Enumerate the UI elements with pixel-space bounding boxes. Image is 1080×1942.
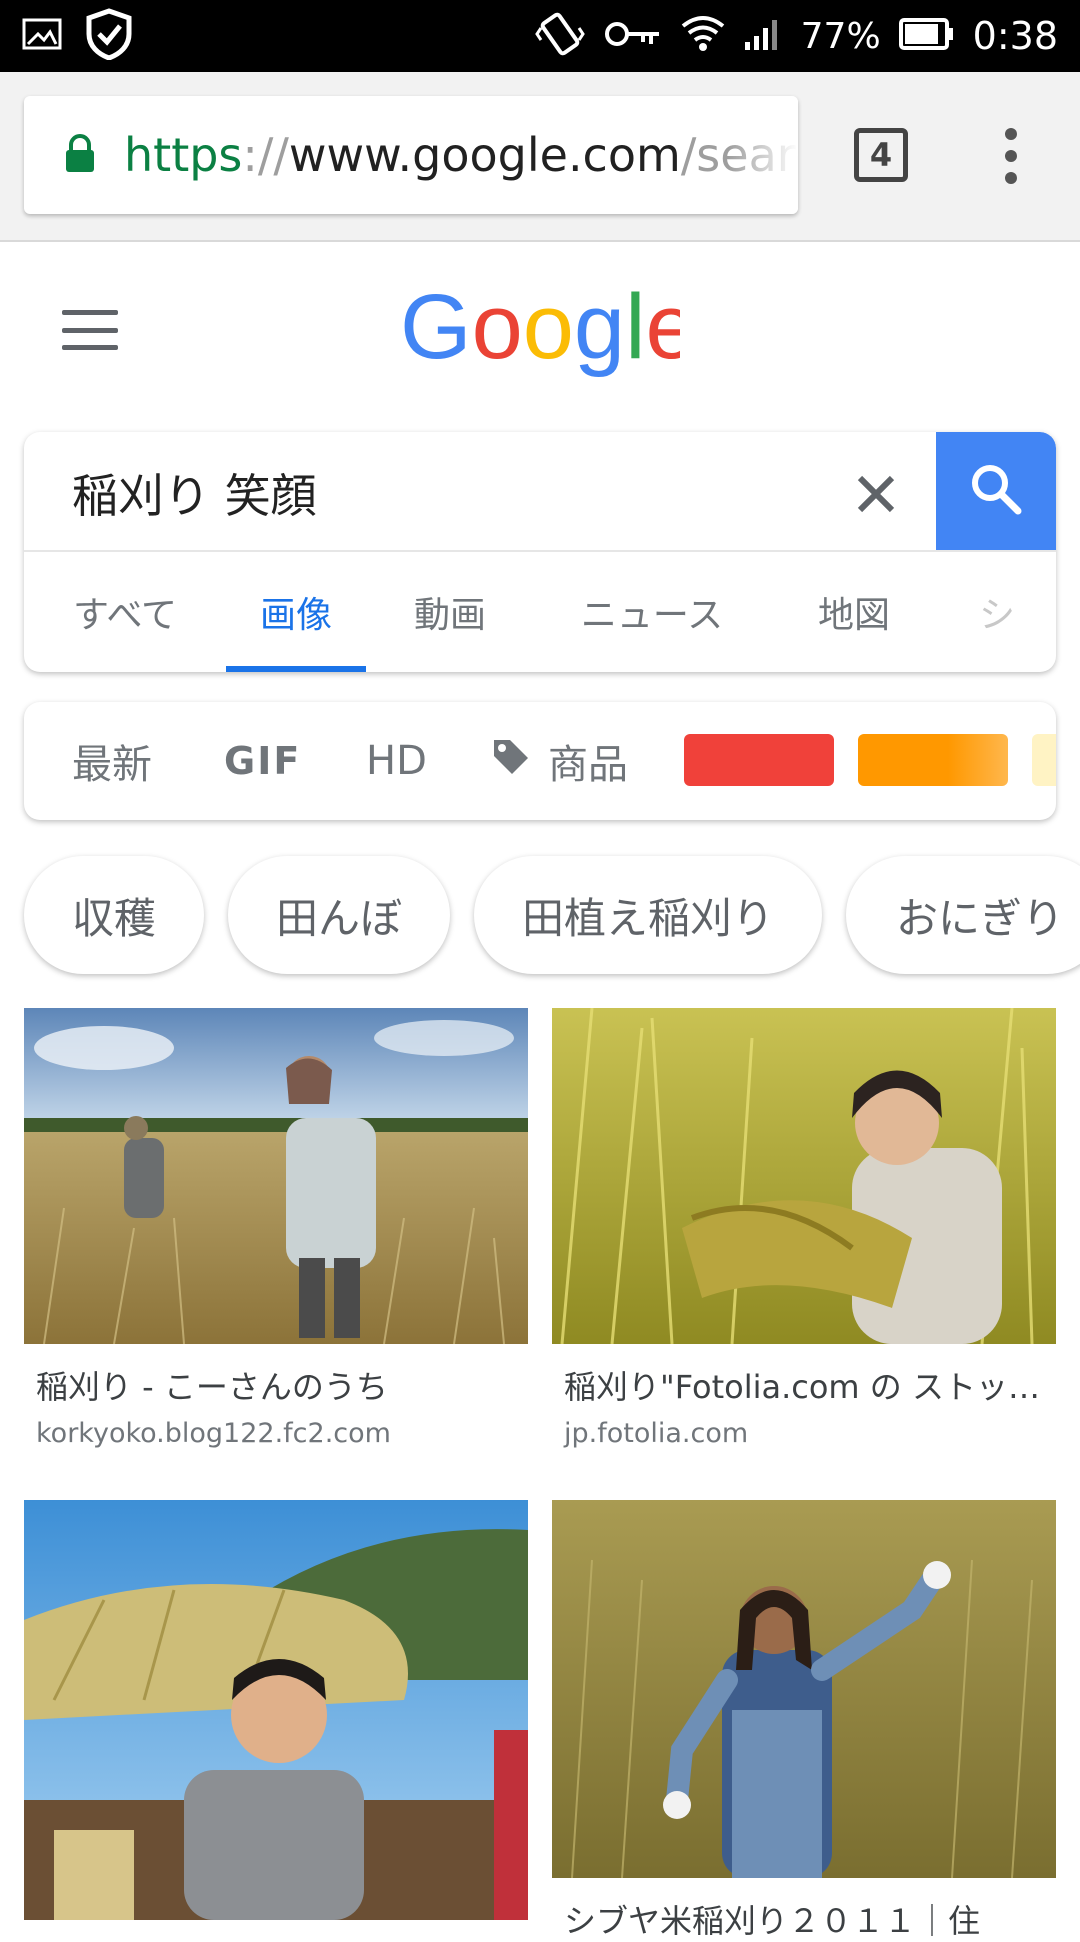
image-result-4[interactable]: シブヤ米稲刈り２０１１｜住	[552, 1500, 1056, 1942]
tab-all[interactable]: すべて	[24, 552, 226, 672]
google-logo: Google	[400, 276, 697, 390]
result-image[interactable]	[552, 1500, 1056, 1878]
overflow-menu-icon[interactable]	[998, 128, 1024, 184]
tab-maps[interactable]: 地図	[770, 552, 938, 672]
filter-products[interactable]: 商品	[490, 732, 628, 790]
result-domain: korkyoko.blog122.fc2.com	[36, 1418, 391, 1449]
filter-recent[interactable]: 最新	[72, 732, 152, 790]
filter-gif[interactable]: GIF	[224, 739, 301, 783]
color-swatch-orange[interactable]	[858, 734, 1008, 786]
image-result-3[interactable]	[24, 1500, 528, 1920]
search-input[interactable]: 稲刈り 笑顔	[72, 460, 317, 526]
result-domain: jp.fotolia.com	[564, 1418, 749, 1449]
shield-check-icon	[84, 8, 134, 64]
image-result-1[interactable]: 稲刈り - こーさんのうち korkyoko.blog122.fc2.com	[24, 1008, 528, 1449]
tab-news[interactable]: ニュース	[534, 552, 770, 672]
url-fade	[728, 96, 798, 214]
vibrate-icon	[534, 10, 585, 62]
result-image[interactable]	[24, 1008, 528, 1344]
filter-hd[interactable]: HD	[366, 738, 427, 784]
chip-planting-harvest[interactable]: 田植え稲刈り	[474, 856, 822, 974]
chip-harvest[interactable]: 収穫	[24, 856, 204, 974]
result-image[interactable]	[552, 1008, 1056, 1344]
svg-text:Google: Google	[400, 280, 680, 378]
battery-percent: 77%	[800, 15, 881, 57]
browser-toolbar: https://www.google.com/search 4	[0, 72, 1080, 242]
tab-switcher-button[interactable]: 4	[854, 128, 908, 182]
tab-more[interactable]: シ	[938, 552, 1056, 672]
image-result-2[interactable]: 稲刈り"Fotolia.com の ストッ… jp.fotolia.com	[552, 1008, 1056, 1449]
result-title[interactable]: シブヤ米稲刈り２０１１｜住	[564, 1896, 1054, 1942]
wifi-icon	[681, 14, 725, 58]
search-box: 稲刈り 笑顔 すべて 画像 動画 ニュース 地図 シ	[24, 432, 1056, 672]
image-filter-bar: 最新 GIF HD 商品	[24, 702, 1056, 820]
gallery-icon	[22, 18, 62, 54]
color-swatch-red[interactable]	[684, 734, 834, 786]
search-button[interactable]	[936, 432, 1056, 550]
clock: 0:38	[972, 14, 1058, 58]
result-title[interactable]: 稲刈り"Fotolia.com の ストッ…	[564, 1362, 1054, 1408]
url-bar[interactable]: https://www.google.com/search	[24, 96, 798, 214]
vpn-key-icon	[603, 18, 663, 54]
url-text: https://www.google.com/search	[124, 128, 798, 182]
result-image[interactable]	[24, 1500, 528, 1920]
result-title[interactable]: 稲刈り - こーさんのうち	[36, 1362, 526, 1408]
tab-images[interactable]: 画像	[226, 552, 366, 672]
tag-icon	[490, 736, 530, 786]
clear-icon[interactable]	[844, 462, 908, 526]
color-swatch-yellow[interactable]	[1032, 734, 1056, 786]
lock-icon	[64, 133, 96, 177]
chip-rice-paddy[interactable]: 田んぼ	[228, 856, 450, 974]
signal-icon	[743, 16, 783, 56]
filter-products-label: 商品	[548, 742, 628, 788]
battery-icon	[898, 17, 955, 55]
tab-videos[interactable]: 動画	[366, 552, 534, 672]
search-icon	[966, 459, 1026, 523]
hamburger-menu-icon[interactable]	[62, 310, 118, 350]
search-tabs: すべて 画像 動画 ニュース 地図 シ	[24, 552, 1056, 672]
status-bar: 77% 0:38	[0, 0, 1080, 72]
chip-onigiri[interactable]: おにぎり	[846, 856, 1080, 974]
